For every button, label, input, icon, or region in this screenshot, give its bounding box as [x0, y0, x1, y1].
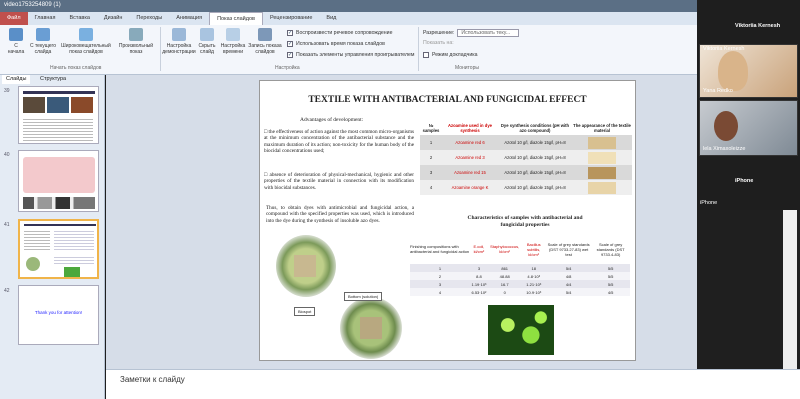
slide-thumbnail-40[interactable]: [18, 150, 99, 212]
slides-pane: Слайды Структура 39 40 41 42 Thank you f…: [0, 75, 105, 399]
bacteria-image: [488, 305, 554, 355]
azoamine-table: № samples Azoamine used in dye synthesis…: [420, 121, 632, 195]
table-row: Finishing compositions with antibacteria…: [410, 241, 625, 257]
tab-outline[interactable]: Структура: [36, 75, 70, 84]
ribbon: С начала С текущего слайда Широковещател…: [0, 25, 697, 75]
tab-home[interactable]: Главная: [28, 12, 63, 25]
media-controls-checkbox[interactable]: ✓ Показать элементы управления проигрыват…: [287, 52, 415, 58]
setup-show-button[interactable]: Настройка демонстрации: [162, 28, 196, 55]
tab-view[interactable]: Вид: [319, 12, 343, 25]
slide-thumbnail-42[interactable]: Thank you for attention!: [18, 285, 99, 345]
fabric-swatch: [588, 136, 616, 149]
record-icon: [258, 28, 272, 41]
petri-dish-image: [276, 235, 336, 297]
broadcast-icon: [79, 28, 93, 41]
participant-video[interactable]: lela Ximaxoleizze: [699, 100, 798, 156]
record-show-button[interactable]: Запись показа слайдов: [247, 28, 283, 55]
hide-slide-button[interactable]: Скрыть слайд: [196, 28, 218, 55]
from-current-button[interactable]: С текущего слайда: [28, 28, 58, 55]
slide-number: 41: [4, 222, 10, 228]
checkmark-icon: ✓: [287, 52, 293, 58]
conclusion-paragraph: Thus, to obtain dyes with antimicrobial …: [266, 205, 414, 224]
characteristics-table: Finishing compositions with antibacteria…: [410, 234, 630, 296]
petri-dish-image: [340, 297, 402, 359]
participant-name: Viktoriia Kernesh: [735, 23, 781, 29]
window-title: video1753254809 (1): [0, 0, 697, 12]
resolution-select[interactable]: Разрешение: Использовать теку...: [423, 29, 520, 37]
thumbnail-text: Thank you for attention!: [34, 310, 83, 315]
slide-number: 39: [4, 88, 10, 94]
hide-slide-icon: [200, 28, 214, 41]
video-panel: Viktoriia Kernesh Viktoriia Kernesh Yana…: [697, 0, 800, 210]
rehearse-timings-button[interactable]: Настройка времени: [220, 28, 246, 55]
clock-icon: [226, 28, 240, 41]
slide-number: 42: [4, 288, 10, 294]
table-row: 4 6.53·10² 0 10.9·10³ 5/4 4/5: [410, 288, 630, 296]
table-row: № samples Azoamine used in dye synthesis…: [420, 121, 632, 135]
custom-show-icon: [129, 28, 143, 41]
tab-slides[interactable]: Слайды: [2, 75, 31, 84]
table-row: 1 3 861 18 5/4 5/5: [410, 264, 630, 272]
custom-show-button[interactable]: Произвольный показ: [114, 28, 158, 55]
broadcast-button[interactable]: Широковещательный показ слайдов: [60, 28, 112, 55]
checkmark-icon: ✓: [287, 30, 293, 36]
play-current-icon: [36, 28, 50, 41]
fabric-swatch: [588, 166, 616, 179]
tab-design[interactable]: Дизайн: [97, 12, 130, 25]
slide-thumbnail-41[interactable]: [18, 219, 99, 279]
tab-insert[interactable]: Вставка: [62, 12, 96, 25]
slide-thumbnail-39[interactable]: [18, 86, 99, 144]
notes-pane[interactable]: Заметки к слайду: [106, 369, 800, 399]
tab-transitions[interactable]: Переходы: [129, 12, 169, 25]
setup-icon: [172, 28, 186, 41]
table-row: 4 Azoamine orange K Azotol 10 g/l, diazole…: [420, 180, 632, 195]
current-slide[interactable]: TEXTILE WITH ANTIBACTERIAL AND FUNGICIDA…: [259, 80, 636, 361]
tab-review[interactable]: Рецензирование: [263, 12, 319, 25]
table-row: 1 Azoamine red 6 Azotol 10 g/l, diazole 15…: [420, 135, 632, 150]
participant-name: iPhone: [735, 178, 754, 184]
group-label-setup: Настройка: [275, 65, 300, 71]
table-row: 2 Azoamine red 3 Azotol 10 g/l, diazole 15…: [420, 150, 632, 165]
play-icon: [9, 28, 23, 41]
checkmark-icon: ✓: [287, 41, 293, 47]
fabric-swatch: [588, 151, 616, 164]
participant-video[interactable]: Viktoriia Kernesh Yana Redko: [699, 44, 798, 98]
tab-file[interactable]: Файл: [0, 12, 28, 25]
tab-animation[interactable]: Анимация: [169, 12, 209, 25]
advantages-heading: Advantages of development:: [300, 117, 364, 123]
bullet-properties: □ absence of deterioration of physical-m…: [264, 172, 414, 191]
table-row: 3 Azoamine red 15 Azotol 10 g/l, diazole 1…: [420, 165, 632, 180]
label-biospot: Biospot: [294, 307, 316, 316]
fabric-swatch: [588, 181, 616, 194]
ribbon-tabs: Файл Главная Вставка Дизайн Переходы Ани…: [0, 12, 697, 25]
participant-label: iPhone: [700, 200, 718, 206]
table-row: 3 1.19·10³ 16.7 1.21·10³ 4/4 5/5: [410, 280, 630, 288]
show-on-select[interactable]: Показать на:: [423, 40, 454, 46]
table-row: 2 8.8 48.88 4.8·10³ 4/8 5/5: [410, 272, 630, 280]
bullet-effectiveness: □ the effectiveness of action against th…: [264, 129, 414, 154]
from-start-button[interactable]: С начала: [6, 28, 26, 55]
tab-slideshow[interactable]: Показ слайдов: [209, 12, 263, 25]
narrations-checkbox[interactable]: ✓ Воспроизвести речевое сопровождение: [287, 30, 392, 36]
timings-checkbox[interactable]: ✓ Использовать время показа слайдов: [287, 41, 385, 47]
label-bottom: Bottom (solution): [344, 292, 383, 301]
group-label-monitors: Мониторы: [455, 65, 479, 71]
slide-title: TEXTILE WITH ANTIBACTERIAL AND FUNGICIDA…: [308, 95, 587, 105]
table2-title: Characteristics of samples with antibact…: [467, 215, 583, 228]
presenter-view-checkbox[interactable]: Режим докладчика: [423, 52, 477, 58]
slide-number: 40: [4, 152, 10, 158]
group-label-start: Начать показ слайдов: [50, 65, 102, 71]
